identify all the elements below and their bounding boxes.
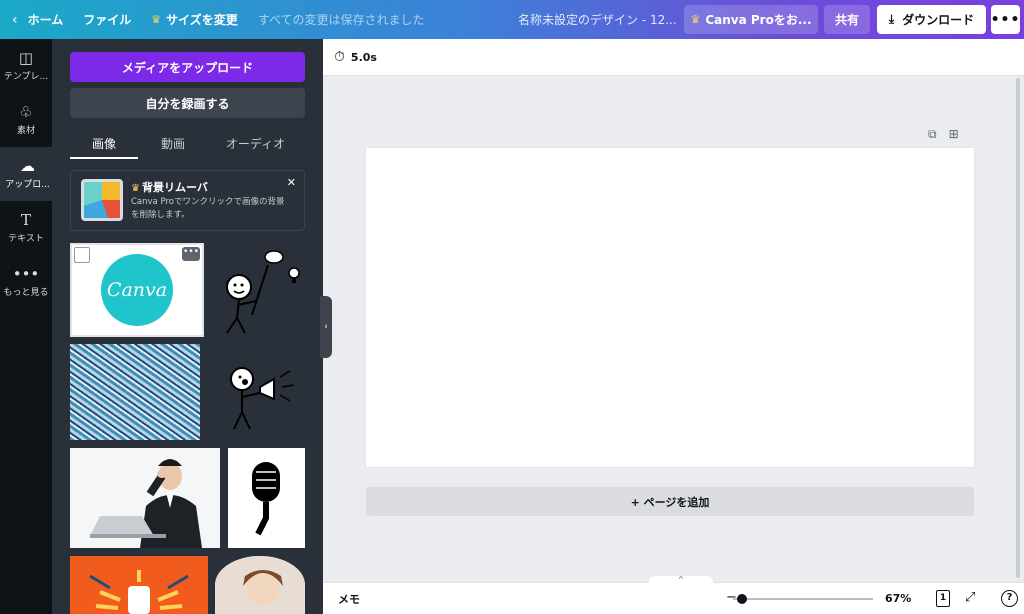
image-thumb-stick-figure-net[interactable] <box>212 243 305 337</box>
media-tabs: 画像 動画 オーディオ <box>70 131 305 159</box>
rail-item-elements[interactable]: ♧ 素材 <box>0 93 52 147</box>
tab-images[interactable]: 画像 <box>70 131 138 159</box>
promo-description: Canva Proでワンクリックで画像の背景を削除します。 <box>131 197 285 220</box>
collapse-panel-button[interactable]: ‹ <box>320 296 332 358</box>
chevron-left-icon: ‹ <box>12 11 18 28</box>
top-toolbar: ‹ ホーム ファイル ♛ サイズを変更 すべての変更は保存されました 名称未設定… <box>0 0 1024 39</box>
crown-icon: ♛ <box>690 13 701 26</box>
promo-title: ♛ 背景リムーバ <box>131 181 208 194</box>
zoom-slider[interactable] <box>733 598 873 600</box>
notes-button[interactable]: メモ <box>338 591 360 607</box>
resize-label: サイズを変更 <box>166 13 238 27</box>
rail-item-label: アップロ... <box>5 180 50 190</box>
rail-item-more[interactable]: ••• もっと見る <box>0 255 52 309</box>
left-nav-rail: ◫ テンプレ... ♧ 素材 ☁ アップロ... T テキスト ••• もっと見… <box>0 39 55 614</box>
file-menu-button[interactable]: ファイル <box>73 0 141 39</box>
timing-toolbar: ⏱ 5.0s <box>323 39 1024 76</box>
page-tools: ⧉ ⊞ <box>928 127 959 142</box>
rail-item-label: テンプレ... <box>3 72 49 82</box>
share-button[interactable]: 共有 <box>824 5 870 34</box>
stick-figure-megaphone-illustration <box>230 367 295 430</box>
orange-burst-graphic <box>70 556 208 614</box>
image-thumb-microphone[interactable] <box>228 448 305 548</box>
record-yourself-button[interactable]: 自分を録画する <box>70 88 305 118</box>
woman-photo <box>215 556 305 614</box>
file-label: ファイル <box>83 13 132 27</box>
upload-media-button[interactable]: メディアをアップロード <box>70 52 305 82</box>
select-checkbox[interactable] <box>74 247 90 263</box>
more-dots-icon: ••• <box>12 265 40 283</box>
home-label: ホーム <box>27 13 64 27</box>
close-icon[interactable]: ✕ <box>287 176 296 189</box>
microphone-illustration <box>228 448 305 548</box>
crown-icon: ♛ <box>131 183 140 194</box>
chevron-up-icon[interactable]: ^ <box>649 576 713 584</box>
rail-item-label: もっと見る <box>3 288 49 298</box>
text-icon: T <box>20 211 31 229</box>
rail-item-uploads[interactable]: ☁ アップロ... <box>0 147 55 201</box>
help-button[interactable]: ? <box>1001 590 1018 607</box>
canva-logo: Canva <box>101 254 173 326</box>
design-canvas-page[interactable] <box>366 148 974 467</box>
cloud-upload-icon: ☁ <box>20 157 35 175</box>
fullscreen-icon[interactable]: ⤢ <box>965 590 975 605</box>
resize-button[interactable]: ♛ サイズを変更 <box>141 0 248 39</box>
save-status: すべての変更は保存されました <box>257 13 425 27</box>
tab-videos[interactable]: 動画 <box>138 131 208 159</box>
businessman-photo <box>70 448 220 548</box>
page-count-button[interactable]: 1 <box>936 590 950 607</box>
rail-item-label: テキスト <box>8 234 44 244</box>
duplicate-page-icon[interactable]: ⧉ <box>928 127 937 142</box>
template-icon: ◫ <box>18 49 34 67</box>
image-thumb-orange-graphic[interactable] <box>70 556 208 614</box>
canva-pro-button[interactable]: ♛ Canva Proをお... <box>684 5 818 34</box>
canvas-scrollbar[interactable] <box>1016 78 1020 578</box>
timer-icon[interactable]: ⏱ <box>334 49 345 65</box>
uploads-panel: メディアをアップロード 自分を録画する 画像 動画 オーディオ ♛ 背景リムーバ … <box>52 39 323 614</box>
rail-item-label: 素材 <box>16 126 35 136</box>
image-thumb-stick-figure-megaphone[interactable] <box>212 357 305 432</box>
home-button[interactable]: ‹ ホーム <box>0 0 73 39</box>
canva-pro-label: Canva Proをお... <box>705 13 812 27</box>
chevron-left-icon: ‹ <box>324 322 328 332</box>
background-remover-promo[interactable]: ♛ 背景リムーバ Canva Proでワンクリックで画像の背景を削除します。 ✕ <box>70 170 305 231</box>
more-dots-icon[interactable]: ••• <box>182 247 200 261</box>
document-title[interactable]: 名称未設定のデザイン - 12... <box>518 0 677 39</box>
image-thumb-canva-logo[interactable]: Canva ••• <box>70 243 204 337</box>
page-duration[interactable]: 5.0s <box>351 51 377 64</box>
add-page-icon[interactable]: ⊞ <box>949 127 959 142</box>
image-thumb-pattern[interactable] <box>70 344 200 440</box>
zoom-level[interactable]: 67% <box>885 592 911 605</box>
more-dots-icon: ••• <box>990 11 1021 28</box>
crown-icon: ♛ <box>151 13 162 26</box>
rail-item-text[interactable]: T テキスト <box>0 201 52 255</box>
rail-item-templates[interactable]: ◫ テンプレ... <box>0 39 52 93</box>
download-icon: ⤓ <box>888 12 895 26</box>
bottom-toolbar: ^ メモ − 67% 1 ⤢ ? <box>323 576 1024 614</box>
image-thumb-businessman-laptop[interactable] <box>70 448 220 548</box>
beach-ball-image <box>81 179 123 221</box>
zoom-slider-handle[interactable] <box>737 594 747 604</box>
shapes-icon: ♧ <box>19 103 33 121</box>
image-thumb-woman-portrait[interactable] <box>215 556 305 614</box>
add-page-button[interactable]: + ページを追加 <box>366 487 974 516</box>
download-button[interactable]: ⤓ ダウンロード <box>877 5 986 34</box>
more-options-button[interactable]: ••• <box>991 5 1020 34</box>
stick-figure-net-illustration <box>226 250 300 334</box>
tab-audio[interactable]: オーディオ <box>208 131 303 159</box>
download-label: ダウンロード <box>902 13 975 27</box>
